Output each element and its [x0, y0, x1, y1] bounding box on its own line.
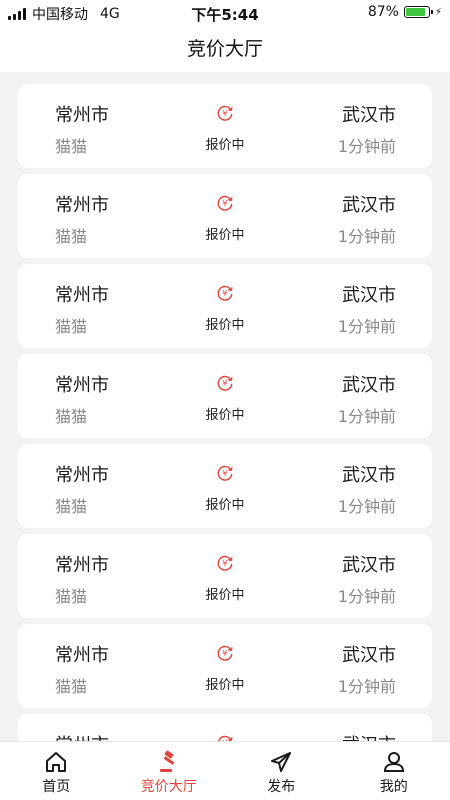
svg-text:¥: ¥ [222, 468, 227, 478]
battery-level [405, 8, 426, 16]
posted-time: 1分钟前 [337, 317, 396, 336]
tab-label: 首页 [42, 779, 71, 795]
posted-time: 1分钟前 [337, 677, 396, 696]
tab-publish[interactable]: 发布 [225, 742, 338, 800]
page-title: 竞价大厅 [186, 38, 263, 60]
svg-text:¥: ¥ [222, 648, 227, 658]
bid-card[interactable]: 常州市猫猫¥报价中武汉市1分钟前 [18, 444, 432, 528]
svg-text:¥: ¥ [222, 198, 227, 208]
svg-text:¥: ¥ [222, 288, 227, 298]
origin-city: 常州市 [55, 105, 109, 126]
origin-city: 常州市 [55, 285, 109, 306]
battery-percent: 87% [367, 4, 399, 20]
charging-icon: ⚡ [434, 6, 442, 18]
bid-card[interactable]: 常州市猫猫¥报价中武汉市1分钟前 [18, 84, 432, 168]
posted-time: 1分钟前 [337, 137, 396, 156]
origin-city: 常州市 [55, 195, 109, 216]
bid-card[interactable]: 常州市猫猫¥报价中武汉市1分钟前 [18, 534, 432, 618]
bid-card[interactable]: 常州市猫猫¥报价中武汉市1分钟前 [18, 624, 432, 708]
posted-time: 1分钟前 [337, 497, 396, 516]
destination-city: 武汉市 [342, 375, 396, 396]
svg-text:¥: ¥ [222, 378, 227, 388]
destination-city: 武汉市 [342, 195, 396, 216]
tab-bar: 首页 竞价大厅 发布 我的 [0, 741, 450, 800]
tab-home[interactable]: 首页 [0, 742, 113, 800]
app-screen: 中国移动 4G 下午5:44 87% ⚡ 竞价大厅 常州市 猫猫 ¥ 报价中 武汉市 1分… [0, 0, 450, 800]
user-icon [383, 752, 404, 772]
bid-card[interactable]: 常州市猫猫¥报价中武汉市1分钟前 [18, 264, 432, 348]
svg-text:¥: ¥ [222, 108, 227, 118]
origin-city: 常州市 [55, 645, 109, 666]
nav-bar: 竞价大厅 [0, 26, 450, 72]
yuan-refresh-icon: ¥ [217, 285, 233, 301]
bid-card[interactable]: 常州市猫猫¥报价中武汉市1分钟前 [18, 174, 432, 258]
destination-city: 武汉市 [342, 645, 396, 666]
battery-icon [403, 6, 433, 18]
posted-time: 1分钟前 [337, 407, 396, 426]
destination-city: 武汉市 [342, 465, 396, 486]
destination-city: 武汉市 [342, 285, 396, 306]
tab-label: 我的 [379, 779, 408, 795]
tab-label: 发布 [267, 779, 296, 795]
bid-list[interactable]: 常州市 猫猫 ¥ 报价中 武汉市 1分钟前 常州市 猫猫 ¥ 报价中 武汉市 1分钟前 常州市 猫猫 ¥ 报价… [18, 84, 432, 742]
tab-mine[interactable]: 我的 [338, 742, 450, 800]
send-icon [271, 752, 292, 772]
destination-city: 武汉市 [342, 555, 396, 576]
yuan-refresh-icon: ¥ [217, 555, 233, 571]
status-right: 87% ⚡ [368, 4, 442, 20]
destination-city: 武汉市 [342, 105, 396, 126]
origin-city: 常州市 [55, 375, 109, 396]
tab-label: 竞价大厅 [140, 779, 197, 795]
posted-time: 1分钟前 [337, 587, 396, 606]
svg-text:¥: ¥ [222, 558, 227, 568]
bid-card[interactable]: 常州市猫猫¥报价中武汉市1分钟前 [18, 354, 432, 438]
origin-city: 常州市 [55, 555, 109, 576]
tab-bidding-hall[interactable]: 竞价大厅 [113, 742, 226, 800]
status-bar: 中国移动 4G 下午5:44 87% ⚡ [0, 0, 450, 26]
posted-time: 1分钟前 [337, 227, 396, 246]
yuan-refresh-icon: ¥ [217, 105, 233, 121]
yuan-refresh-icon: ¥ [217, 195, 233, 211]
yuan-refresh-icon: ¥ [217, 375, 233, 391]
origin-city: 常州市 [55, 465, 109, 486]
bid-card[interactable]: 常州市猫猫¥报价中武汉市1分钟前 [18, 714, 432, 742]
yuan-refresh-icon: ¥ [217, 465, 233, 481]
home-icon [46, 752, 67, 772]
gavel-icon [159, 750, 175, 772]
yuan-refresh-icon: ¥ [217, 645, 233, 661]
